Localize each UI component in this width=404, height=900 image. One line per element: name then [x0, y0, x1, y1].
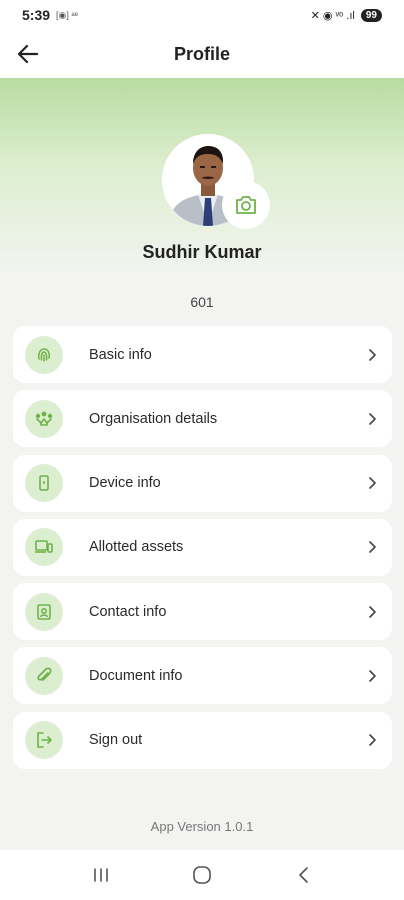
- chevron-right-icon: [364, 475, 380, 491]
- menu-item-label: Contact info: [89, 603, 167, 620]
- menu-item-contact-info[interactable]: Contact info: [13, 583, 392, 641]
- page-title: Profile: [173, 43, 230, 64]
- menu-item-label: Basic info: [89, 346, 152, 363]
- devices-icon: [25, 528, 63, 567]
- menu-item-allotted-assets[interactable]: Allotted assets: [13, 518, 392, 576]
- organisation-icon: [25, 399, 63, 438]
- menu-item-organisation-details[interactable]: Organisation details: [13, 390, 392, 448]
- profile-id: 601: [190, 294, 214, 310]
- menu-item-label: Document info: [89, 667, 183, 684]
- status-time: 5:39: [22, 7, 51, 23]
- home-button[interactable]: [182, 855, 222, 895]
- profile-name: Sudhir Kumar: [142, 242, 262, 262]
- chevron-right-icon: [364, 539, 380, 555]
- menu-item-label: Device info: [89, 475, 161, 492]
- recent-apps-button[interactable]: [81, 855, 121, 895]
- menu-item-device-info[interactable]: Device info: [13, 454, 392, 512]
- chevron-left-icon: [299, 867, 309, 883]
- system-back-button[interactable]: [283, 855, 323, 895]
- status-bar: 5:39 [◉] ᵃᵉ ✕ ◉ ᵛᵒ .ıl 99: [0, 0, 404, 30]
- status-right: ✕ ◉ ᵛᵒ .ıl 99: [310, 8, 382, 22]
- app-version: App Version 1.0.1: [150, 819, 254, 834]
- phone-icon: [25, 464, 63, 503]
- menu-item-label: Organisation details: [89, 410, 218, 427]
- back-button[interactable]: [14, 40, 42, 68]
- menu-item-sign-out[interactable]: Sign out: [13, 711, 392, 769]
- change-photo-button[interactable]: [222, 181, 270, 229]
- menu-item-label: Sign out: [89, 732, 143, 749]
- app-bar: Profile: [0, 30, 404, 78]
- chevron-right-icon: [364, 732, 380, 748]
- chevron-right-icon: [364, 668, 380, 684]
- status-left: 5:39 [◉] ᵃᵉ: [22, 7, 78, 23]
- menu-item-basic-info[interactable]: Basic info: [13, 326, 392, 383]
- menu-item-label: Allotted assets: [89, 539, 184, 556]
- home-icon: [193, 866, 211, 884]
- chevron-right-icon: [364, 604, 380, 620]
- arrow-left-icon: [18, 45, 38, 63]
- recent-apps-icon: [93, 868, 108, 882]
- paperclip-icon: [25, 656, 63, 695]
- fingerprint-icon: [25, 335, 63, 374]
- system-navigation-bar: [0, 850, 404, 900]
- camera-icon: [236, 196, 256, 214]
- status-notification-icons: [◉] ᵃᵉ: [56, 9, 79, 20]
- menu-item-document-info[interactable]: Document info: [13, 647, 392, 705]
- battery-indicator: 99: [360, 8, 382, 22]
- chevron-right-icon: [364, 411, 380, 427]
- status-system-icons: ✕ ◉ ᵛᵒ .ıl: [310, 9, 355, 22]
- chevron-right-icon: [364, 347, 380, 363]
- profile-menu: Basic info Organisation details Device i…: [13, 326, 392, 776]
- contact-card-icon: [25, 592, 63, 631]
- sign-out-icon: [25, 721, 63, 760]
